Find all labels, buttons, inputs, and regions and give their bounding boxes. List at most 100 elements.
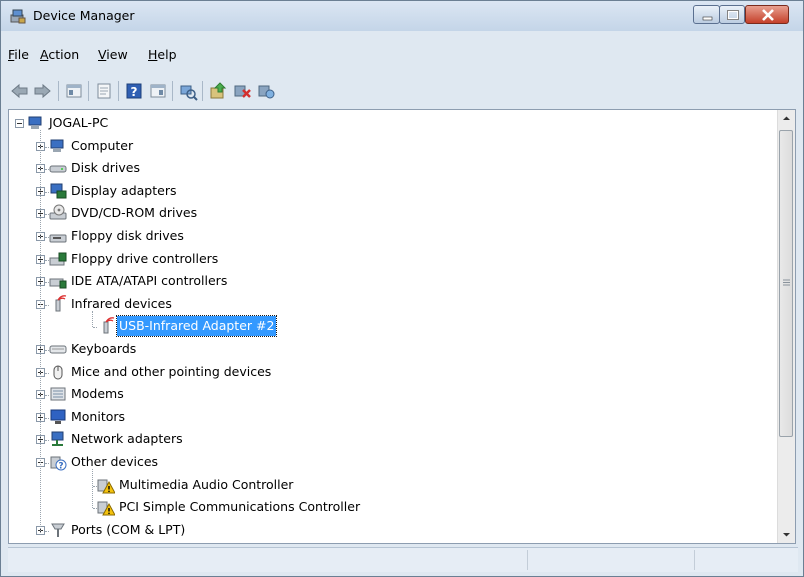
- menu-action-label: ction: [48, 47, 80, 62]
- display-adapter-icon: [50, 183, 67, 199]
- tree-node-label[interactable]: IDE ATA/ATAPI controllers: [69, 271, 229, 291]
- warning-device-icon: [97, 501, 115, 516]
- tree-category[interactable]: Computer: [9, 136, 769, 156]
- scrollbar-thumb[interactable]: [779, 130, 793, 437]
- floppy-drive-icon: [49, 234, 67, 243]
- tree-node-label[interactable]: Keyboards: [69, 339, 138, 359]
- status-pane-separator: [694, 550, 695, 570]
- tree-connector-line: [45, 350, 49, 352]
- tree-connector-line: [45, 237, 49, 239]
- tree-category[interactable]: Monitors: [9, 407, 769, 427]
- menu-action[interactable]: Action: [40, 47, 79, 62]
- show-hide-action-pane-icon[interactable]: [148, 81, 168, 101]
- mouse-icon: [53, 365, 63, 380]
- tree-node-label[interactable]: Multimedia Audio Controller: [117, 475, 295, 495]
- vertical-scrollbar[interactable]: [777, 110, 795, 543]
- tree-node-label[interactable]: Mice and other pointing devices: [69, 362, 273, 382]
- device-manager-icon: [10, 9, 26, 24]
- tree-connector-line: [45, 214, 49, 216]
- back-icon[interactable]: [10, 81, 30, 101]
- tree-node-label[interactable]: Ports (COM & LPT): [69, 520, 187, 540]
- maximize-button[interactable]: [719, 5, 745, 24]
- tree-category[interactable]: Floppy drive controllers: [9, 249, 769, 269]
- toolbar-separator: [88, 81, 89, 101]
- tree-node-label[interactable]: Disk drives: [69, 158, 142, 178]
- show-hide-console-tree-icon[interactable]: [64, 81, 84, 101]
- tree-connector-line: [45, 417, 49, 420]
- dvd-drive-icon: [49, 204, 67, 220]
- tree-node-label[interactable]: DVD/CD-ROM drives: [69, 203, 199, 223]
- tree-category[interactable]: Mice and other pointing devices: [9, 362, 769, 382]
- menu-file[interactable]: File: [8, 47, 29, 62]
- tree-node-label[interactable]: Modems: [69, 384, 126, 404]
- tree-category[interactable]: IDE ATA/ATAPI controllers: [9, 271, 769, 291]
- tree-category[interactable]: Disk drives: [9, 158, 769, 178]
- close-icon: [762, 9, 774, 21]
- tree-category[interactable]: DVD/CD-ROM drives: [9, 203, 769, 223]
- tree-node-label[interactable]: Other devices: [69, 452, 160, 472]
- tree-connector-line: [93, 508, 97, 510]
- window-title: Device Manager: [33, 8, 135, 23]
- tree-category[interactable]: Network adapters: [9, 429, 769, 449]
- tree-category[interactable]: Infrared devices: [9, 294, 769, 314]
- warning-device-icon: [97, 479, 115, 494]
- tree-node-label[interactable]: Floppy disk drives: [69, 226, 186, 246]
- tree-device[interactable]: USB-Infrared Adapter #2: [9, 315, 769, 338]
- tree-category[interactable]: Modems: [9, 384, 769, 404]
- tree-category[interactable]: Display adapters: [9, 181, 769, 201]
- tree-connector-line: [45, 304, 49, 307]
- tree-connector-line: [92, 310, 94, 328]
- properties-icon[interactable]: [94, 81, 114, 101]
- grip-icon: [783, 279, 790, 286]
- minimize-icon: [702, 16, 713, 21]
- toolbar-separator: [118, 81, 119, 101]
- help-icon[interactable]: ?: [124, 81, 144, 101]
- tree-connector-line: [40, 130, 42, 533]
- device-tree[interactable]: JOGAL-PC Computer Disk drives Display adapt…: [8, 109, 796, 544]
- status-bar: [8, 547, 798, 572]
- forward-icon[interactable]: [32, 81, 52, 101]
- unknown-device-icon: ?: [50, 456, 67, 471]
- uninstall-device-icon[interactable]: [256, 81, 276, 101]
- tree-node-label[interactable]: Floppy drive controllers: [69, 249, 220, 269]
- menu-help-mnemonic: H: [148, 47, 158, 62]
- tree-category[interactable]: Floppy disk drives: [9, 226, 769, 246]
- tree-node-label[interactable]: Monitors: [69, 407, 127, 427]
- tree-connector-line: [45, 530, 49, 533]
- menu-view[interactable]: View: [98, 47, 128, 62]
- disk-drive-icon: [49, 165, 67, 173]
- tree-category[interactable]: Ports (COM & LPT): [9, 520, 769, 540]
- menu-view-label: iew: [106, 47, 128, 62]
- scroll-up-icon[interactable]: [778, 110, 795, 127]
- title-bar[interactable]: Device Manager: [1, 1, 803, 31]
- disable-device-icon[interactable]: [232, 81, 252, 101]
- computer-icon: [50, 139, 64, 152]
- tree-connector-line: [93, 327, 97, 329]
- tree-connector-line: [45, 259, 49, 262]
- tree-category[interactable]: Keyboards: [9, 339, 769, 359]
- scan-hardware-icon[interactable]: [178, 81, 198, 101]
- tree-category[interactable]: ? Other devices: [9, 452, 769, 472]
- infrared-icon: [55, 294, 67, 312]
- modem-icon: [50, 387, 66, 401]
- tree-node-label[interactable]: USB-Infrared Adapter #2: [115, 315, 278, 338]
- menu-file-label: ile: [14, 47, 29, 62]
- tree-connector-line: [45, 191, 49, 194]
- tree-node-label[interactable]: Computer: [69, 136, 135, 156]
- menu-help-label: elp: [157, 47, 177, 62]
- scroll-down-icon[interactable]: [778, 526, 795, 543]
- tree-node-label[interactable]: Display adapters: [69, 181, 178, 201]
- menu-help[interactable]: Help: [148, 47, 177, 62]
- minimize-button[interactable]: [693, 5, 720, 24]
- tree-node-label[interactable]: Network adapters: [69, 429, 185, 449]
- tree-node-label[interactable]: Infrared devices: [69, 294, 174, 314]
- tree-device[interactable]: Multimedia Audio Controller: [9, 475, 769, 495]
- tree-device[interactable]: PCI Simple Communications Controller: [9, 497, 769, 517]
- collapse-icon[interactable]: [15, 119, 24, 128]
- tree-root[interactable]: JOGAL-PC: [9, 113, 769, 133]
- update-driver-icon[interactable]: [208, 81, 228, 101]
- close-button[interactable]: [745, 5, 789, 24]
- tree-node-label[interactable]: PCI Simple Communications Controller: [117, 497, 362, 517]
- computer-icon: [28, 116, 42, 129]
- tree-node-label[interactable]: JOGAL-PC: [47, 113, 110, 133]
